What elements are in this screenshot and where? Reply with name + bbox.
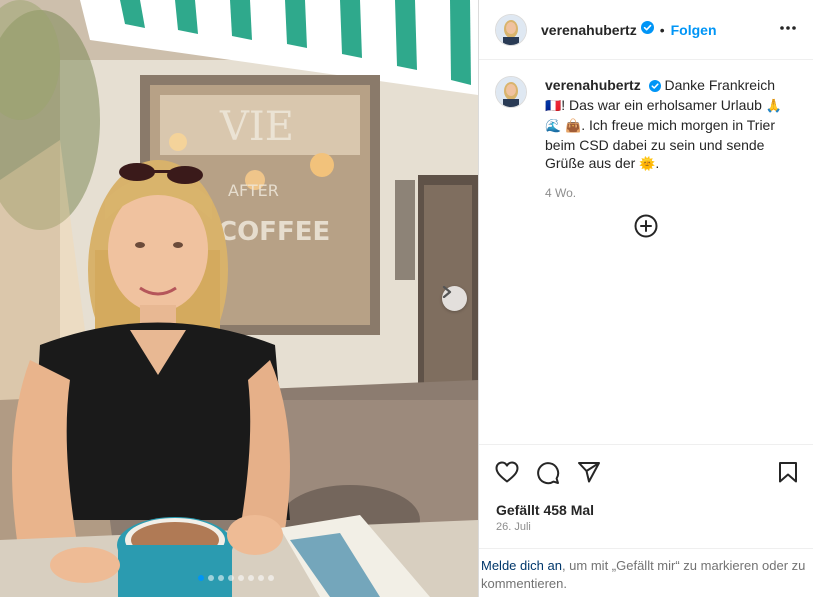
heart-icon[interactable] [495,461,519,488]
caption: verenahubertz Danke Frankreich 🇫🇷! Das w… [545,76,785,202]
post-side-panel: verenahubertz • Folgen verenahubertz Dan… [478,0,813,597]
wave-icon: 🌊 [545,119,562,134]
avatar[interactable] [495,13,527,46]
action-bar [479,444,813,494]
separator: • [659,21,665,38]
add-comment-icon[interactable] [634,214,658,243]
caption-block: verenahubertz Danke Frankreich 🇫🇷! Das w… [479,60,813,202]
carousel-next-button[interactable] [442,286,467,311]
login-prompt: Melde dich an, um mit „Gefällt mir“ zu m… [479,548,813,597]
carousel-dot [198,575,204,581]
carousel-dot [208,575,214,581]
verified-badge-icon [648,78,661,96]
follow-button[interactable]: Folgen [671,22,717,38]
flag-france-icon: 🇫🇷 [545,99,562,114]
handbag-icon: 👜 [565,119,582,134]
photo-coffee-text: COFFEE [218,217,330,247]
login-link[interactable]: Melde dich an [481,558,562,573]
like-count[interactable]: Gefällt 458 Mal [496,502,594,518]
carousel-dot [238,575,244,581]
photo-sign-text: VIE [219,104,294,150]
verified-badge-icon [640,20,654,39]
sun-icon: 🌞 [639,157,656,172]
photo-illustration: VIE AFTER COFFEE [0,0,478,597]
avatar[interactable] [495,76,527,108]
carousel-dot [258,575,264,581]
carousel-dot [228,575,234,581]
carousel-dot [268,575,274,581]
bookmark-icon[interactable] [778,461,798,488]
comment-icon[interactable] [536,461,560,490]
post-photo[interactable]: VIE AFTER COFFEE [0,0,478,597]
share-icon[interactable] [577,461,601,488]
carousel-dot [248,575,254,581]
post-age: 4 Wo. [545,186,577,200]
caption-text: . [655,155,660,171]
caption-username[interactable]: verenahubertz [545,77,641,93]
caption-text: Danke Frankreich [664,77,775,93]
post-date[interactable]: 26. Juli [496,521,531,533]
praying-hands-icon: 🙏 [765,99,783,114]
photo-after-text: AFTER [228,181,279,200]
username[interactable]: verenahubertz [541,22,637,38]
more-options-icon[interactable] [779,18,797,43]
carousel-indicator [198,575,274,581]
post-header: verenahubertz • Folgen [479,0,813,60]
carousel-dot [218,575,224,581]
caption-text: ! Das war ein erholsamer Urlaub [561,97,762,113]
